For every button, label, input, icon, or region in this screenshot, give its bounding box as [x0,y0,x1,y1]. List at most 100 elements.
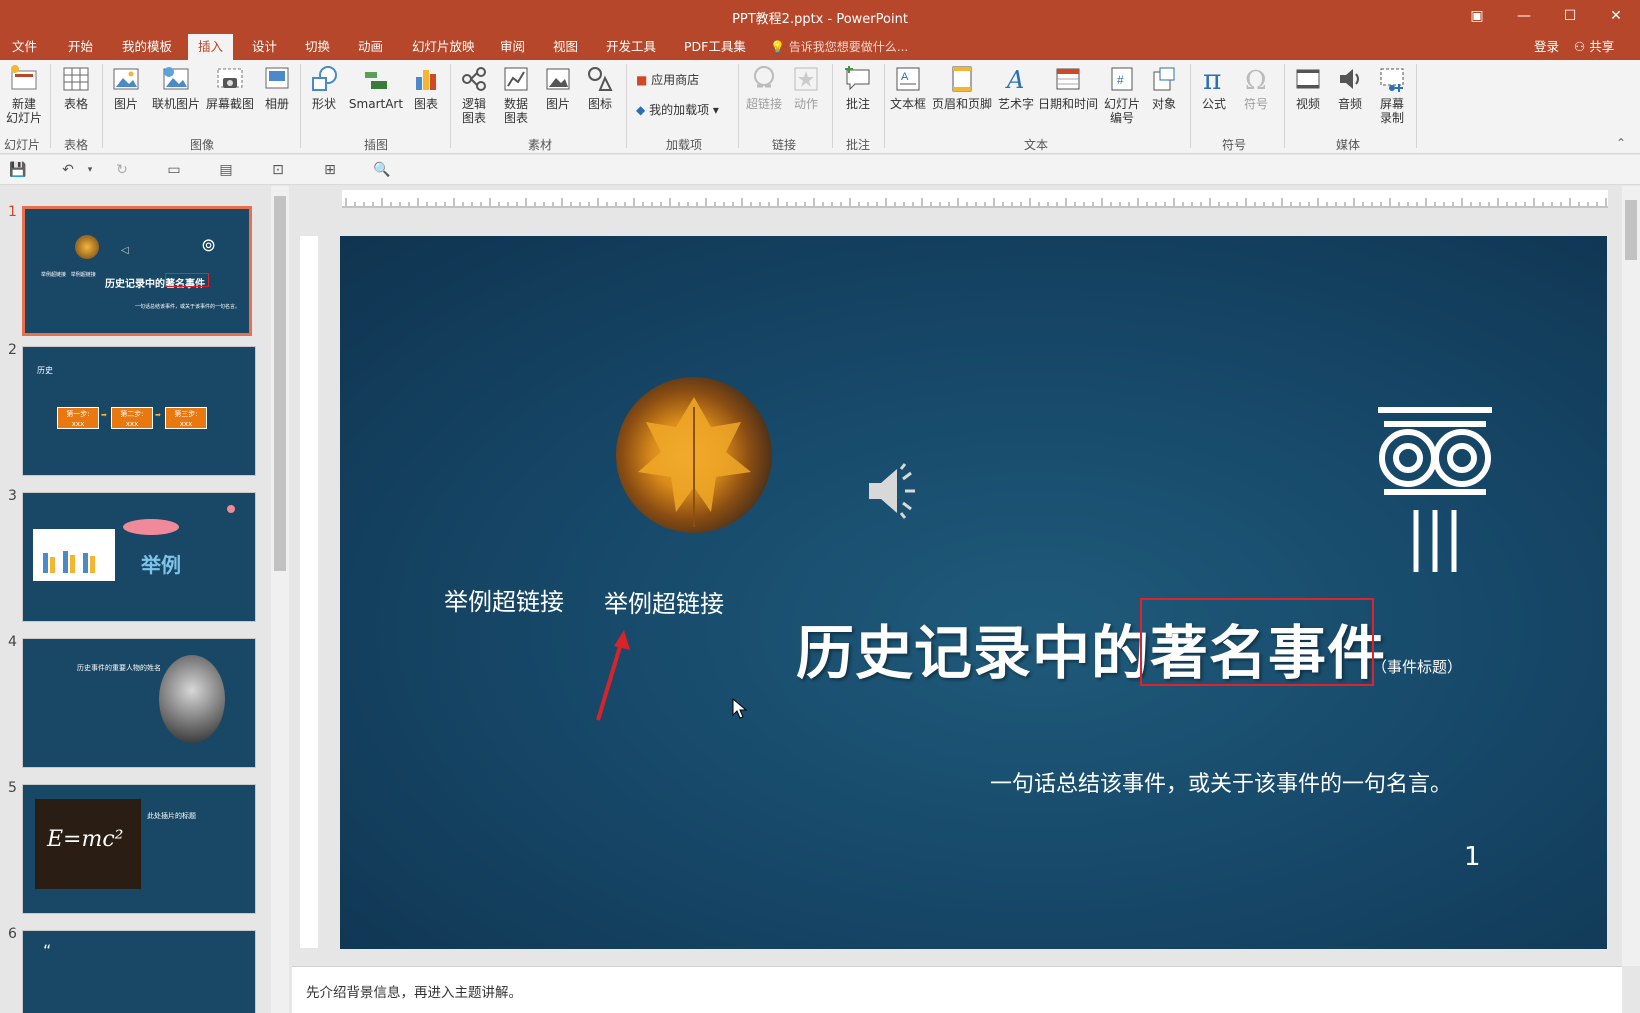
tab-transitions[interactable]: 切换 [295,34,340,60]
preview-icon[interactable]: 🔍 [372,160,392,180]
tab-slideshow[interactable]: 幻灯片放映 [402,34,485,60]
tell-me-search[interactable]: 💡 告诉我您想要做什么... [770,34,908,60]
slide-thumb-3[interactable]: 举例 [22,492,256,622]
textbox-quick-icon[interactable]: ▤ [216,160,236,180]
action-button[interactable]: 动作 [788,64,824,111]
shapes-button[interactable]: 形状 [306,64,342,111]
save-icon[interactable]: 💾 [8,160,28,180]
slide-thumb-1[interactable]: ◁ ⊚ 举例超链接 举例超链接 历史记录中的著名事件 一句话总结该事件，或关于该… [22,206,252,336]
share-label: 共享 [1589,39,1615,54]
group-media-label: 媒体 [1336,138,1361,152]
ribbon-separator [832,64,833,148]
maximize-button[interactable]: ☐ [1548,4,1592,28]
tab-pdf-tools[interactable]: PDF工具集 [674,34,756,60]
chart-label: 图表 [413,97,438,111]
ribbon-tabs: 文件 开始 我的模板 插入 设计 切换 动画 幻灯片放映 审阅 视图 开发工具 … [0,32,1640,60]
tab-home[interactable]: 开始 [58,34,103,60]
album-button[interactable]: 相册 [258,64,296,111]
picture-button[interactable]: 图片 [108,64,144,111]
slide-thumb-5[interactable]: E=mc² 此处插片的标题 [22,784,256,914]
audio-button[interactable]: 音频 [1332,64,1368,111]
speaker-icon [1340,69,1359,89]
tab-my-templates[interactable]: 我的模板 [112,34,182,60]
tab-design[interactable]: 设计 [242,34,287,60]
notes-pane[interactable]: 先介绍背景信息，再进入主题讲解。 [292,966,1622,1013]
equation-button[interactable]: π 公式 [1196,64,1232,111]
thumbnail-scrollbar[interactable] [271,186,289,1013]
my-addins-button[interactable]: ◆ 我的加载项 ▾ [636,100,719,120]
slide-title-part1: 历史记录中的 [796,619,1151,687]
autumn-leaf-image[interactable] [616,377,772,533]
slide-subtitle[interactable]: 一句话总结该事件，或关于该事件的一句名言。 [990,766,1452,798]
ribbon-insert: 新建 幻灯片 幻灯片 表格 表格 图片 联机图片 屏幕截图 相册 图像 形状 S… [0,60,1640,154]
tab-review[interactable]: 审阅 [490,34,535,60]
icons-button[interactable]: 图标 [582,64,618,111]
login-link[interactable]: 登录 [1534,34,1559,60]
tab-insert[interactable]: 插入 [188,34,234,60]
icons-label: 图标 [587,97,612,111]
app-store-button[interactable]: ■ 应用商店 [636,70,699,90]
tab-file[interactable]: 文件 [2,34,47,60]
from-beginning-icon[interactable]: ▭ [164,160,184,180]
slide-thumb-6[interactable]: “ [22,930,256,1013]
tab-developer[interactable]: 开发工具 [596,34,666,60]
video-button[interactable]: 视频 [1290,64,1326,111]
chart-button[interactable]: 图表 [408,64,444,111]
tab-view[interactable]: 视图 [543,34,588,60]
group-slides-label: 幻灯片 [4,138,41,152]
tab-animations[interactable]: 动画 [348,34,393,60]
svg-text:Ω: Ω [1245,66,1267,94]
screenshot-button[interactable]: 屏幕截图 [204,64,256,111]
comment-button[interactable]: 批注 [838,64,878,111]
textbox-button[interactable]: A 文本框 [888,64,928,111]
picture-label: 图片 [113,97,138,111]
wordart-button[interactable]: A 艺术字 [996,64,1036,111]
logic-chart-label: 逻辑 图表 [461,97,486,125]
speaker-icon[interactable] [865,461,935,521]
new-slide-button[interactable]: 新建 幻灯片 [4,64,44,125]
close-button[interactable]: ✕ [1594,4,1638,28]
hyperlink-button[interactable]: 超链接 [744,64,784,111]
slide-number-label: 幻灯片 编号 [1103,97,1140,125]
hyperlink-text-1[interactable]: 举例超链接 [444,582,564,617]
group-symbols-label: 符号 [1222,138,1247,152]
arrow-icon: ➡ [101,411,107,419]
collapse-ribbon-icon[interactable]: ⌃ [1616,136,1626,150]
present-icon[interactable]: ⊡ [268,160,288,180]
logic-chart-button[interactable]: 逻辑 图表 [456,64,492,125]
textbox-icon: A [896,67,920,91]
slide-scrollbar[interactable] [1622,186,1640,966]
share-button[interactable]: ⚇ 共享 [1574,34,1614,60]
datetime-button[interactable]: 日期和时间 [1036,64,1100,111]
online-picture-button[interactable]: 联机图片 [150,64,202,111]
table-button[interactable]: 表格 [56,64,96,111]
undo-dropdown-icon[interactable]: ▾ [80,160,100,180]
slide-thumb-2[interactable]: 历史 第一步: xxx ➡ 第二步: xxx ➡ 第三步: xxx [22,346,256,476]
screen-record-button[interactable]: 屏幕 录制 [1374,64,1410,125]
ribbon-separator [1284,64,1285,148]
slide-thumb-4[interactable]: 历史事件的重要人物的姓名 [22,638,256,768]
hyperlink-text-2[interactable]: 举例超链接 [604,584,724,619]
quick-access-toolbar: 💾 ↶ ▾ ↻ ▭ ▤ ⊡ ⊞ 🔍 [0,155,1640,185]
scroll-thumb[interactable] [274,196,286,571]
ribbon-display-icon[interactable]: ▣ [1455,4,1499,28]
undo-icon[interactable]: ↶ [58,160,78,180]
slideshow-icon[interactable]: ⊞ [320,160,340,180]
slide-number-button[interactable]: # 幻灯片 编号 [1102,64,1142,125]
scroll-thumb[interactable] [1625,200,1637,260]
symbol-button[interactable]: Ω 符号 [1238,64,1274,111]
thumb3-callout [123,519,179,535]
data-chart-button[interactable]: 数据 图表 [498,64,534,125]
redo-icon[interactable]: ↻ [112,160,132,180]
step-label: 第一步: [66,410,90,418]
smartart-button[interactable]: SmartArt [348,64,404,111]
thumb4-title: 历史事件的重要人物的姓名 [77,664,161,672]
slide-canvas[interactable]: 举例超链接 举例超链接 历史记录中的著名事件 （事件标题） 一句话总结该事件，或… [340,236,1607,949]
header-footer-button[interactable]: 页眉和页脚 [930,64,994,111]
arrow-icon: ➡ [155,411,161,419]
screenshot-label: 屏幕截图 [205,97,254,111]
material-picture-button[interactable]: 图片 [540,64,576,111]
table-icon [63,67,89,91]
minimize-button[interactable]: — [1502,4,1546,28]
object-button[interactable]: 对象 [1146,64,1182,111]
